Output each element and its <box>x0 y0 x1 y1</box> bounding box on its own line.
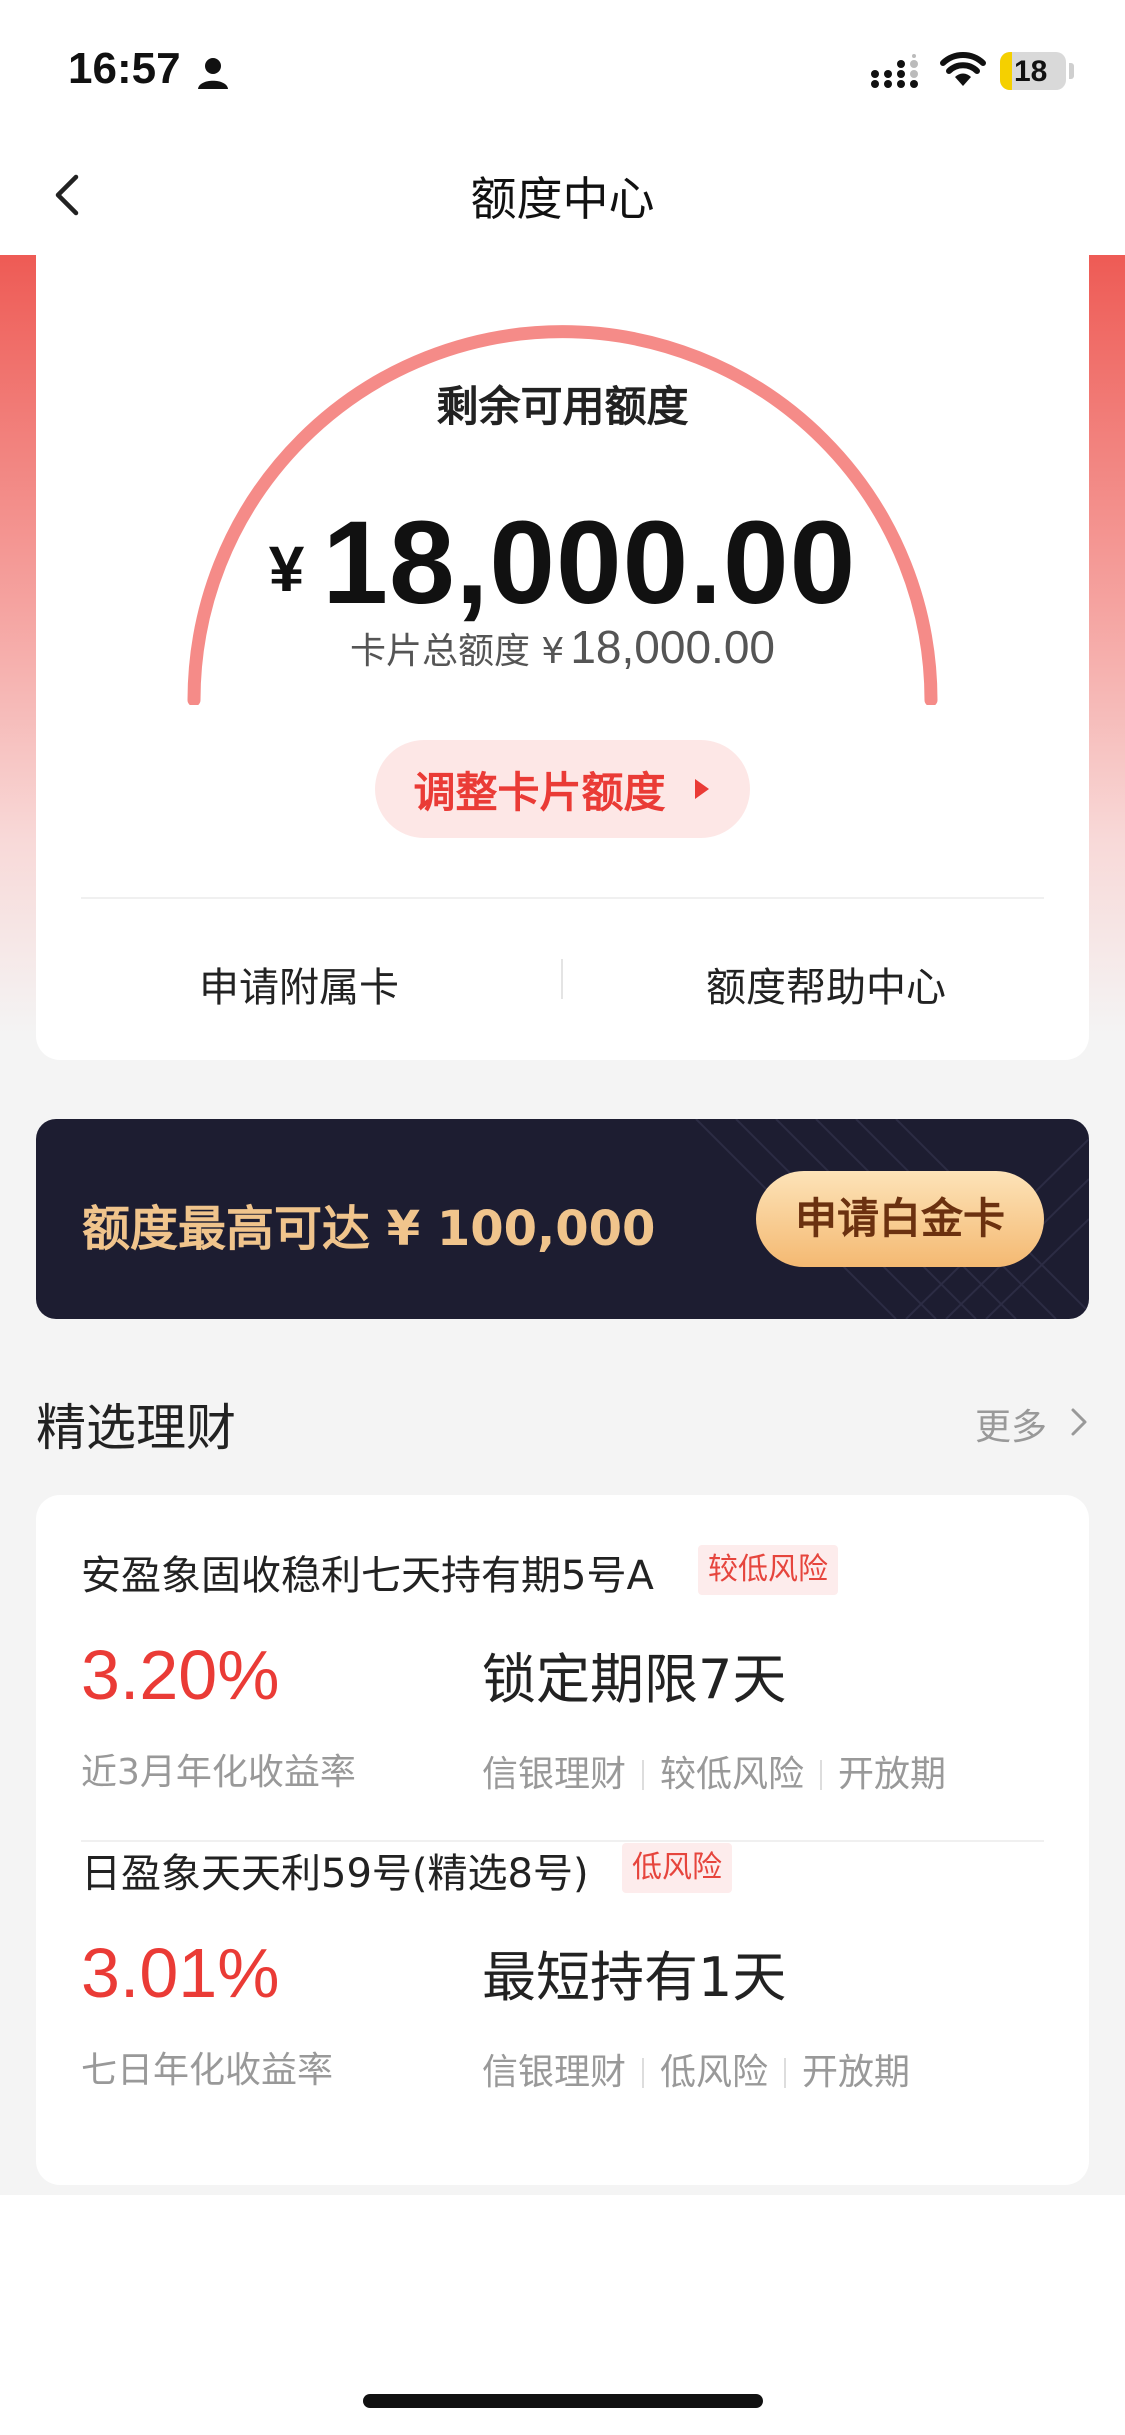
tag-separator <box>820 1760 823 1790</box>
wifi-icon <box>940 52 986 86</box>
status-bar: 16:57 18 <box>0 0 1125 135</box>
nav-bar: 额度中心 <box>0 135 1125 255</box>
battery-tip <box>1069 63 1074 79</box>
remaining-quota-label: 剩余可用额度 <box>436 382 689 431</box>
battery-fill <box>1000 52 1012 90</box>
person-icon <box>198 58 228 89</box>
tag-separator <box>642 2058 645 2088</box>
tag-status: 开放期 <box>802 2052 911 2093</box>
product-term: 锁定期限7天 <box>482 1648 787 1711</box>
chevron-right-icon[interactable] <box>1068 1404 1090 1440</box>
tag-risk: 较低风险 <box>660 1754 805 1795</box>
remaining-amount: ¥18,000.00 <box>36 495 1089 631</box>
risk-badge: 低风险 <box>622 1843 732 1893</box>
section-title: 精选理财 <box>36 1399 236 1457</box>
apply-platinum-card-button[interactable]: 申请白金卡 <box>756 1171 1044 1267</box>
divider <box>81 897 1044 899</box>
page-title: 额度中心 <box>470 172 655 226</box>
product-item[interactable]: 安盈象固收稳利七天持有期5号A 较低风险 3.20% 近3月年化收益率 锁定期限… <box>36 1495 1089 1842</box>
product-tags: 信银理财 低风险 开放期 <box>482 2043 910 2095</box>
total-quota: 卡片总额度 ¥18,000.00 <box>36 620 1089 674</box>
product-name: 日盈象天天利59号(精选8号) <box>81 1851 589 1897</box>
risk-badge: 较低风险 <box>698 1545 838 1595</box>
quota-card: 剩余可用额度 ¥18,000.00 卡片总额度 ¥18,000.00 调整卡片额… <box>36 255 1089 1060</box>
product-term: 最短持有1天 <box>482 1946 787 2009</box>
apply-supplementary-card-link[interactable]: 申请附属卡 <box>36 955 562 1013</box>
product-item[interactable]: 日盈象天天利59号(精选8号) 低风险 3.01% 七日年化收益率 最短持有1天… <box>36 1841 1089 2185</box>
battery-level: 18 <box>1014 55 1048 88</box>
total-quota-label: 卡片总额度 ¥ <box>349 631 565 672</box>
triangle-right-icon <box>694 779 709 799</box>
tag-separator <box>784 2058 787 2088</box>
tag-separator <box>642 1760 645 1790</box>
remaining-amount-value: 18,000.00 <box>322 497 857 629</box>
tag-risk: 低风险 <box>660 2052 769 2093</box>
product-rate: 3.20% <box>81 1636 280 1714</box>
home-indicator[interactable] <box>363 2394 763 2408</box>
status-time: 16:57 <box>68 44 181 93</box>
battery-icon: 18 <box>1000 52 1066 90</box>
total-quota-value: 18,000.00 <box>570 621 775 673</box>
platinum-card-promo-banner: 额度最高可达 ¥ 100,000 申请白金卡 <box>36 1119 1089 1319</box>
product-tags: 信银理财 较低风险 开放期 <box>482 1745 946 1797</box>
signal-icon <box>871 54 918 88</box>
quota-help-center-link[interactable]: 额度帮助中心 <box>563 955 1089 1013</box>
products-card: 安盈象固收稳利七天持有期5号A 较低风险 3.20% 近3月年化收益率 锁定期限… <box>36 1495 1089 2185</box>
more-link[interactable]: 更多 <box>975 1398 1047 1450</box>
currency-symbol: ¥ <box>268 533 305 605</box>
adjust-quota-label: 调整卡片额度 <box>413 767 666 817</box>
tag-issuer: 信银理财 <box>482 1754 627 1795</box>
promo-text: 额度最高可达 ¥ 100,000 <box>82 1201 656 1257</box>
rate-label: 近3月年化收益率 <box>81 1752 356 1793</box>
tag-issuer: 信银理财 <box>482 2052 627 2093</box>
tag-status: 开放期 <box>838 1754 947 1795</box>
product-rate: 3.01% <box>81 1934 280 2012</box>
adjust-quota-button[interactable]: 调整卡片额度 <box>375 740 750 838</box>
rate-label: 七日年化收益率 <box>81 2050 334 2091</box>
product-name: 安盈象固收稳利七天持有期5号A <box>81 1553 654 1599</box>
